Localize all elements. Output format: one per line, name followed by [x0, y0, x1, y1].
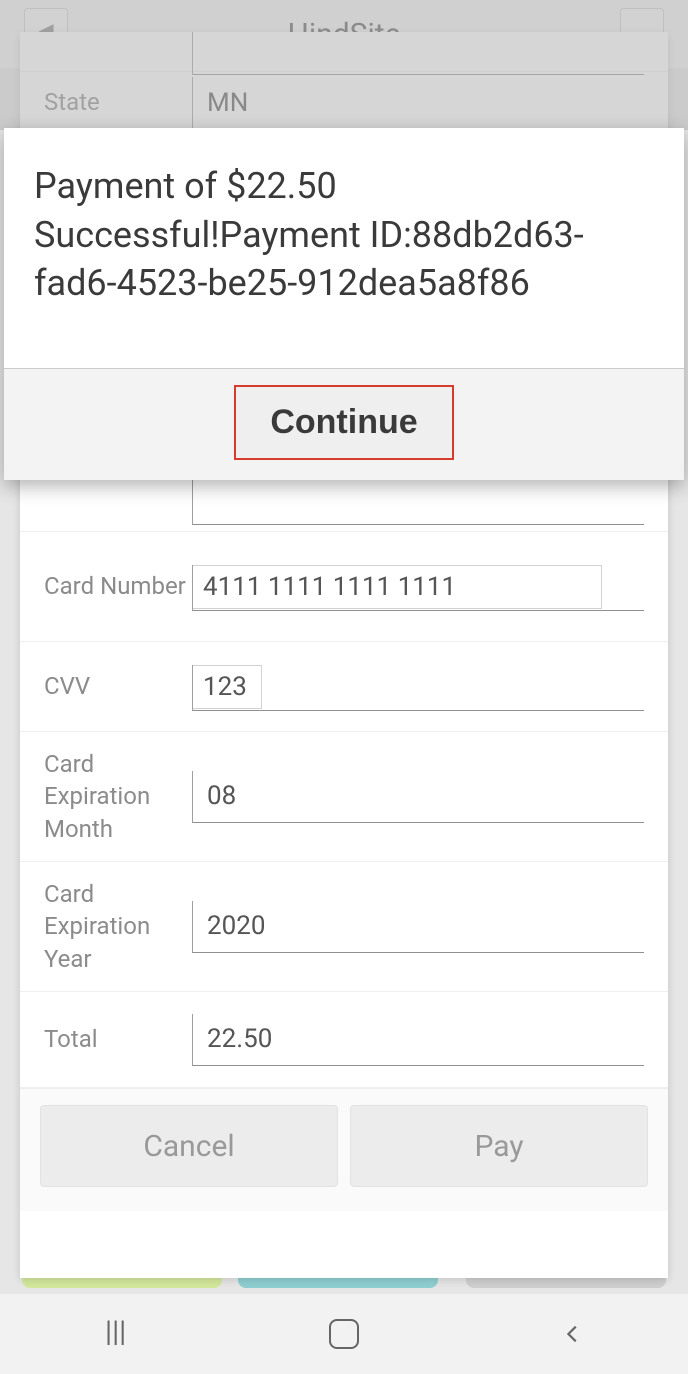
pay-label: Pay: [474, 1129, 523, 1164]
exp-year-field[interactable]: [192, 901, 644, 953]
label-total: Total: [44, 1023, 192, 1055]
label-exp-year: Card Expiration Year: [44, 878, 192, 975]
cvv-field[interactable]: [192, 665, 262, 709]
label-card-number: Card Number: [44, 570, 192, 602]
modal-scrim: [0, 0, 688, 130]
total-field[interactable]: [192, 1014, 644, 1066]
payment-success-dialog: Payment of $22.50 Successful!Payment ID:…: [4, 128, 684, 480]
dialog-actions: Continue: [4, 368, 684, 480]
row-phone: Phone: [20, 474, 668, 532]
row-total: Total: [20, 992, 668, 1088]
nav-recent-icon[interactable]: III: [85, 1314, 145, 1354]
cancel-label: Cancel: [143, 1129, 234, 1164]
phone-field[interactable]: [192, 473, 644, 525]
pay-button[interactable]: Pay: [350, 1105, 648, 1187]
exp-month-field[interactable]: [192, 771, 644, 823]
continue-label: Continue: [270, 403, 417, 441]
continue-button[interactable]: Continue: [234, 385, 453, 460]
row-card-number: Card Number: [20, 532, 668, 642]
dialog-body: Payment of $22.50 Successful!Payment ID:…: [4, 128, 684, 368]
row-exp-month: Card Expiration Month: [20, 732, 668, 862]
nav-back-icon[interactable]: [543, 1314, 603, 1354]
label-exp-month: Card Expiration Month: [44, 748, 192, 845]
card-number-field[interactable]: [192, 565, 602, 609]
android-navbar: III: [0, 1294, 688, 1374]
action-row: Cancel Pay: [20, 1088, 668, 1211]
dialog-message: Payment of $22.50 Successful!Payment ID:…: [34, 162, 654, 308]
cancel-button[interactable]: Cancel: [40, 1105, 338, 1187]
row-cvv: CVV: [20, 642, 668, 732]
row-exp-year: Card Expiration Year: [20, 862, 668, 992]
label-cvv: CVV: [44, 670, 192, 702]
nav-home-icon[interactable]: [314, 1314, 374, 1354]
